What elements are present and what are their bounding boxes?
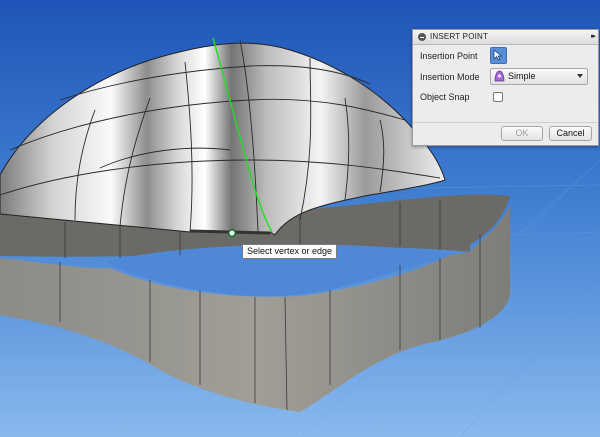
object-snap-label: Object Snap: [420, 92, 470, 102]
dialog-title: INSERT POINT: [430, 32, 489, 41]
simple-mode-icon: [494, 70, 505, 82]
ok-button[interactable]: OK: [501, 126, 543, 141]
insertion-mode-dropdown[interactable]: Simple: [490, 68, 588, 85]
insertion-point-label: Insertion Point: [420, 51, 478, 61]
insertion-mode-value: Simple: [508, 71, 536, 81]
selection-tooltip: Select vertex or edge: [242, 244, 338, 259]
expand-icon[interactable]: ▸▸: [591, 32, 596, 40]
vertex-point[interactable]: [227, 228, 236, 237]
chevron-down-icon: [577, 74, 583, 78]
dialog-divider: [413, 122, 598, 123]
tooltip-text: Select vertex or edge: [247, 246, 333, 256]
collapse-icon[interactable]: [418, 33, 426, 41]
object-snap-checkbox[interactable]: [493, 92, 503, 102]
cancel-button[interactable]: Cancel: [549, 126, 592, 141]
insert-point-dialog: INSERT POINT ▸▸ Insertion Point Insertio…: [412, 29, 599, 146]
insertion-mode-label: Insertion Mode: [420, 72, 480, 82]
dialog-titlebar[interactable]: INSERT POINT ▸▸: [413, 30, 598, 45]
cursor-arrow-icon: [493, 49, 503, 61]
insertion-point-select-button[interactable]: [490, 47, 507, 64]
